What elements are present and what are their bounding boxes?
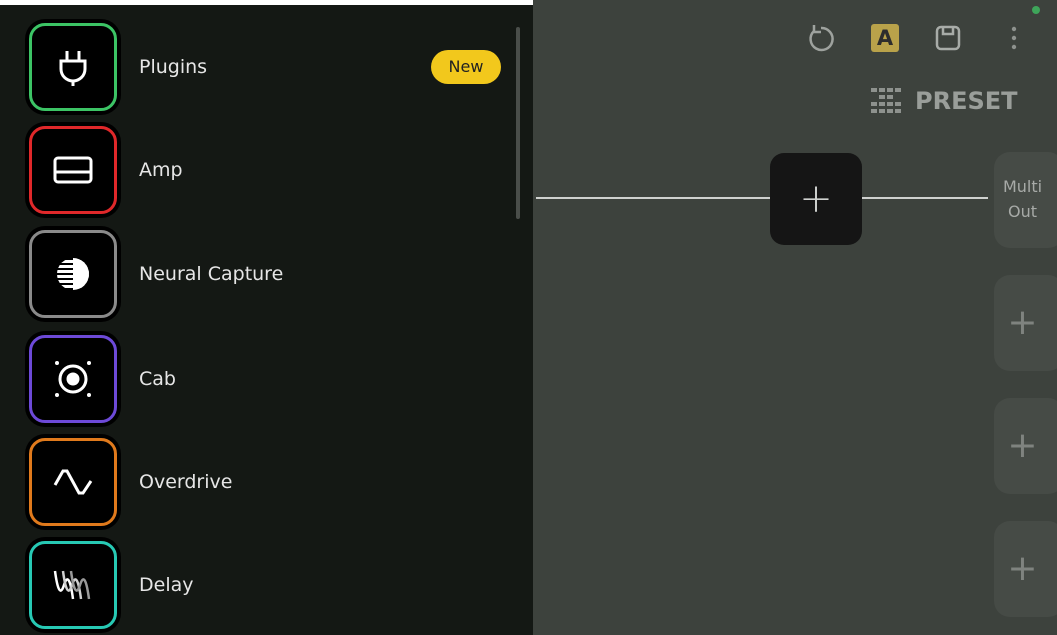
more-vertical-icon xyxy=(1011,26,1017,50)
speaker-icon xyxy=(55,361,91,397)
category-item-amp[interactable]: Amp xyxy=(29,126,529,214)
preset-button[interactable]: PRESET xyxy=(869,84,1018,118)
block-category-panel: Plugins New Amp Neural Capture Cab Overd… xyxy=(0,0,533,635)
multi-out-line1: Multi xyxy=(1002,177,1043,196)
status-dot xyxy=(1032,6,1040,14)
plug-icon xyxy=(59,51,87,86)
more-menu-button[interactable] xyxy=(997,21,1031,55)
preset-label: PRESET xyxy=(915,87,1018,115)
category-label: Amp xyxy=(139,159,183,181)
add-block-button[interactable]: + xyxy=(770,153,862,245)
ab-label: A xyxy=(876,26,894,50)
new-badge: New xyxy=(431,50,501,84)
delay-tile[interactable] xyxy=(29,541,117,629)
category-label: Plugins xyxy=(139,56,208,78)
category-item-cab[interactable]: Cab xyxy=(29,335,529,423)
cab-tile[interactable] xyxy=(29,335,117,423)
multi-out-label: Multi Out xyxy=(994,152,1051,224)
category-item-neural-capture[interactable]: Neural Capture xyxy=(29,230,529,318)
plus-icon: + xyxy=(1007,425,1038,466)
undo-icon xyxy=(809,25,834,52)
multi-out-slot[interactable]: Multi Out xyxy=(994,152,1057,248)
signal-line-out xyxy=(862,197,988,199)
category-item-overdrive[interactable]: Overdrive xyxy=(29,438,529,526)
save-button[interactable] xyxy=(931,21,965,55)
ab-icon: A xyxy=(871,24,899,52)
category-item-delay[interactable]: Delay xyxy=(29,541,529,629)
amp-icon xyxy=(53,156,93,184)
category-label: Delay xyxy=(139,574,194,596)
neural-capture-icon xyxy=(57,258,89,290)
category-label: Neural Capture xyxy=(139,263,284,285)
multi-out-line2: Out xyxy=(1007,202,1037,221)
plus-icon: + xyxy=(1007,548,1038,589)
neural-capture-tile[interactable] xyxy=(29,230,117,318)
undo-button[interactable] xyxy=(804,21,838,55)
delay-waves-icon xyxy=(53,570,91,600)
overdrive-tile[interactable] xyxy=(29,438,117,526)
add-output-slot-2[interactable]: + xyxy=(994,398,1057,494)
signal-chain-canvas: A PRESET + Multi Out + + + xyxy=(533,0,1057,635)
category-label: Cab xyxy=(139,368,176,390)
save-icon xyxy=(935,25,961,51)
category-item-plugins[interactable]: Plugins New xyxy=(29,23,529,111)
preset-grid-icon xyxy=(871,88,901,113)
ab-compare-button[interactable]: A xyxy=(868,21,902,55)
signal-line-in xyxy=(536,197,772,199)
plus-icon: + xyxy=(799,176,833,222)
plugins-tile[interactable] xyxy=(29,23,117,111)
amp-tile[interactable] xyxy=(29,126,117,214)
add-output-slot-3[interactable]: + xyxy=(994,521,1057,617)
waveform-icon xyxy=(53,469,93,495)
plus-icon: + xyxy=(1007,302,1038,343)
add-output-slot-1[interactable]: + xyxy=(994,275,1057,371)
category-label: Overdrive xyxy=(139,471,233,493)
